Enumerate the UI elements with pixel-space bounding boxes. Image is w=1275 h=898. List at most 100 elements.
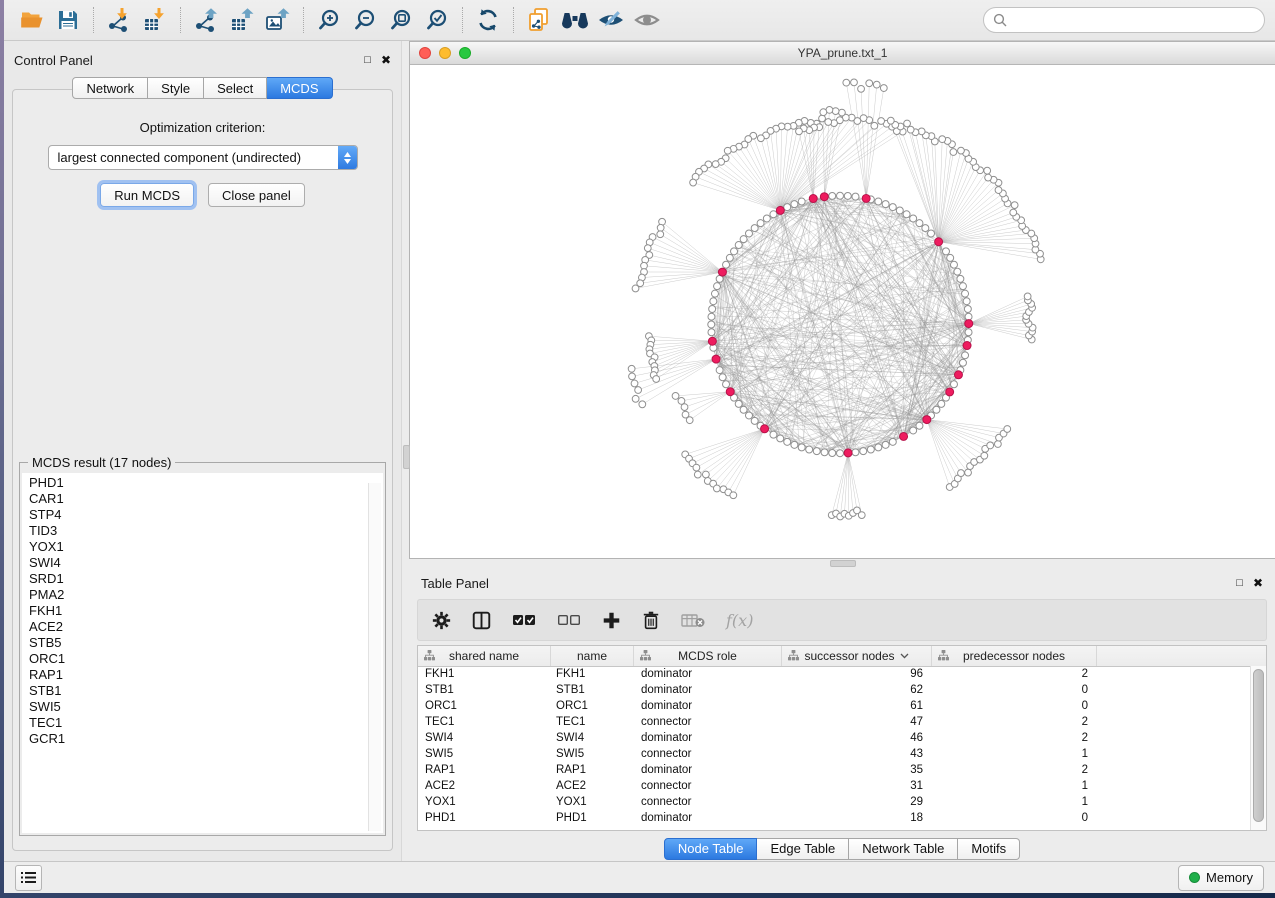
export-image-button[interactable] xyxy=(260,4,296,36)
graph-leaf-node[interactable] xyxy=(628,365,635,372)
graph-node[interactable] xyxy=(882,441,889,448)
table-row[interactable]: YOX1YOX1connector291 xyxy=(418,794,1251,810)
table-row[interactable]: FKH1FKH1dominator962 xyxy=(418,666,1251,682)
cell[interactable]: dominator xyxy=(634,730,782,746)
graph-node[interactable] xyxy=(882,201,889,208)
horizontal-splitter[interactable] xyxy=(409,559,1275,567)
cell[interactable]: TEC1 xyxy=(418,714,551,730)
graph-node[interactable] xyxy=(763,215,770,222)
table-row[interactable]: SWI5SWI5connector431 xyxy=(418,746,1251,762)
graph-node[interactable] xyxy=(708,313,715,320)
graph-node[interactable] xyxy=(770,431,777,438)
cell[interactable]: 2 xyxy=(932,666,1097,682)
graph-node[interactable] xyxy=(740,236,747,243)
zoom-selected-button[interactable] xyxy=(419,4,455,36)
cell[interactable]: 1 xyxy=(932,794,1097,810)
cell[interactable]: 43 xyxy=(782,746,932,762)
cell[interactable]: TEC1 xyxy=(551,714,634,730)
network-canvas[interactable] xyxy=(410,65,1275,558)
graph-node[interactable] xyxy=(806,446,813,453)
cell[interactable]: 35 xyxy=(782,762,932,778)
search-box[interactable] xyxy=(983,7,1265,33)
close-panel-icon[interactable]: ✖ xyxy=(381,54,391,66)
graph-mcds-node[interactable] xyxy=(965,320,973,328)
mcds-result-item[interactable]: SWI4 xyxy=(29,555,383,571)
deselect-all-icon[interactable] xyxy=(557,613,581,627)
graph-mcds-node[interactable] xyxy=(946,388,954,396)
graph-leaf-node[interactable] xyxy=(981,452,988,459)
cell[interactable]: dominator xyxy=(634,762,782,778)
graph-node[interactable] xyxy=(947,254,954,261)
cell[interactable]: dominator xyxy=(634,666,782,682)
graph-node[interactable] xyxy=(965,329,972,336)
graph-mcds-node[interactable] xyxy=(761,425,769,433)
cell[interactable]: RAP1 xyxy=(551,762,634,778)
graph-node[interactable] xyxy=(950,261,957,268)
task-history-button[interactable] xyxy=(15,865,42,891)
select-all-icon[interactable] xyxy=(512,613,536,627)
graph-node[interactable] xyxy=(745,412,752,419)
graph-mcds-node[interactable] xyxy=(862,194,870,202)
cell[interactable]: YOX1 xyxy=(418,794,551,810)
graph-node[interactable] xyxy=(957,275,964,282)
graph-leaf-node[interactable] xyxy=(1011,202,1018,209)
graph-node[interactable] xyxy=(777,435,784,442)
mcds-result-item[interactable]: GCR1 xyxy=(29,731,383,747)
graph-node[interactable] xyxy=(942,248,949,255)
graph-mcds-node[interactable] xyxy=(923,416,931,424)
mcds-result-item[interactable]: TEC1 xyxy=(29,715,383,731)
column-header-shared-name[interactable]: shared name xyxy=(418,646,551,666)
graph-node[interactable] xyxy=(708,329,715,336)
graph-node[interactable] xyxy=(723,381,730,388)
graph-leaf-node[interactable] xyxy=(712,161,719,168)
table-row[interactable]: STB1STB1dominator620 xyxy=(418,682,1251,698)
graph-node[interactable] xyxy=(922,225,929,232)
graph-leaf-node[interactable] xyxy=(825,119,832,126)
zoom-in-button[interactable] xyxy=(311,4,347,36)
graph-node[interactable] xyxy=(735,400,742,407)
tab-mcds[interactable]: MCDS xyxy=(267,77,332,99)
graph-node[interactable] xyxy=(714,283,721,290)
zoom-fit-button[interactable] xyxy=(383,4,419,36)
table-tab-network-table[interactable]: Network Table xyxy=(849,838,958,860)
graph-leaf-node[interactable] xyxy=(653,376,660,383)
cell[interactable]: ACE2 xyxy=(551,778,634,794)
graph-leaf-node[interactable] xyxy=(672,393,679,400)
table-scrollbar[interactable] xyxy=(1250,666,1266,830)
graph-node[interactable] xyxy=(964,306,971,313)
mcds-result-item[interactable]: STP4 xyxy=(29,507,383,523)
graph-node[interactable] xyxy=(916,220,923,227)
cell[interactable]: ACE2 xyxy=(418,778,551,794)
graph-node[interactable] xyxy=(903,211,910,218)
graph-leaf-node[interactable] xyxy=(985,174,992,181)
graph-node[interactable] xyxy=(757,220,764,227)
graph-node[interactable] xyxy=(938,400,945,407)
graph-leaf-node[interactable] xyxy=(858,512,865,519)
mcds-result-item[interactable]: TID3 xyxy=(29,523,383,539)
table-row[interactable]: PHD1PHD1dominator180 xyxy=(418,810,1251,826)
graph-node[interactable] xyxy=(723,261,730,268)
zoom-out-button[interactable] xyxy=(347,4,383,36)
cell[interactable]: 1 xyxy=(932,778,1097,794)
graph-leaf-node[interactable] xyxy=(839,109,846,116)
graph-node[interactable] xyxy=(889,204,896,211)
column-header-MCDS-role[interactable]: MCDS role xyxy=(634,646,782,666)
graph-node[interactable] xyxy=(910,215,917,222)
graph-leaf-node[interactable] xyxy=(757,135,764,142)
close-panel-button[interactable]: Close panel xyxy=(208,183,305,207)
mcds-result-item[interactable]: STB5 xyxy=(29,635,383,651)
cell[interactable]: 61 xyxy=(782,698,932,714)
graph-leaf-node[interactable] xyxy=(632,395,639,402)
table-row[interactable]: RAP1RAP1dominator352 xyxy=(418,762,1251,778)
graph-mcds-node[interactable] xyxy=(718,268,726,276)
graph-node[interactable] xyxy=(711,290,718,297)
table-tab-motifs[interactable]: Motifs xyxy=(958,838,1020,860)
cell[interactable]: connector xyxy=(634,714,782,730)
cell[interactable]: 29 xyxy=(782,794,932,810)
graph-node[interactable] xyxy=(950,381,957,388)
cell[interactable]: 2 xyxy=(932,730,1097,746)
graph-leaf-node[interactable] xyxy=(858,85,865,92)
graph-leaf-node[interactable] xyxy=(958,147,965,154)
graph-leaf-node[interactable] xyxy=(713,485,720,492)
cell[interactable]: 96 xyxy=(782,666,932,682)
